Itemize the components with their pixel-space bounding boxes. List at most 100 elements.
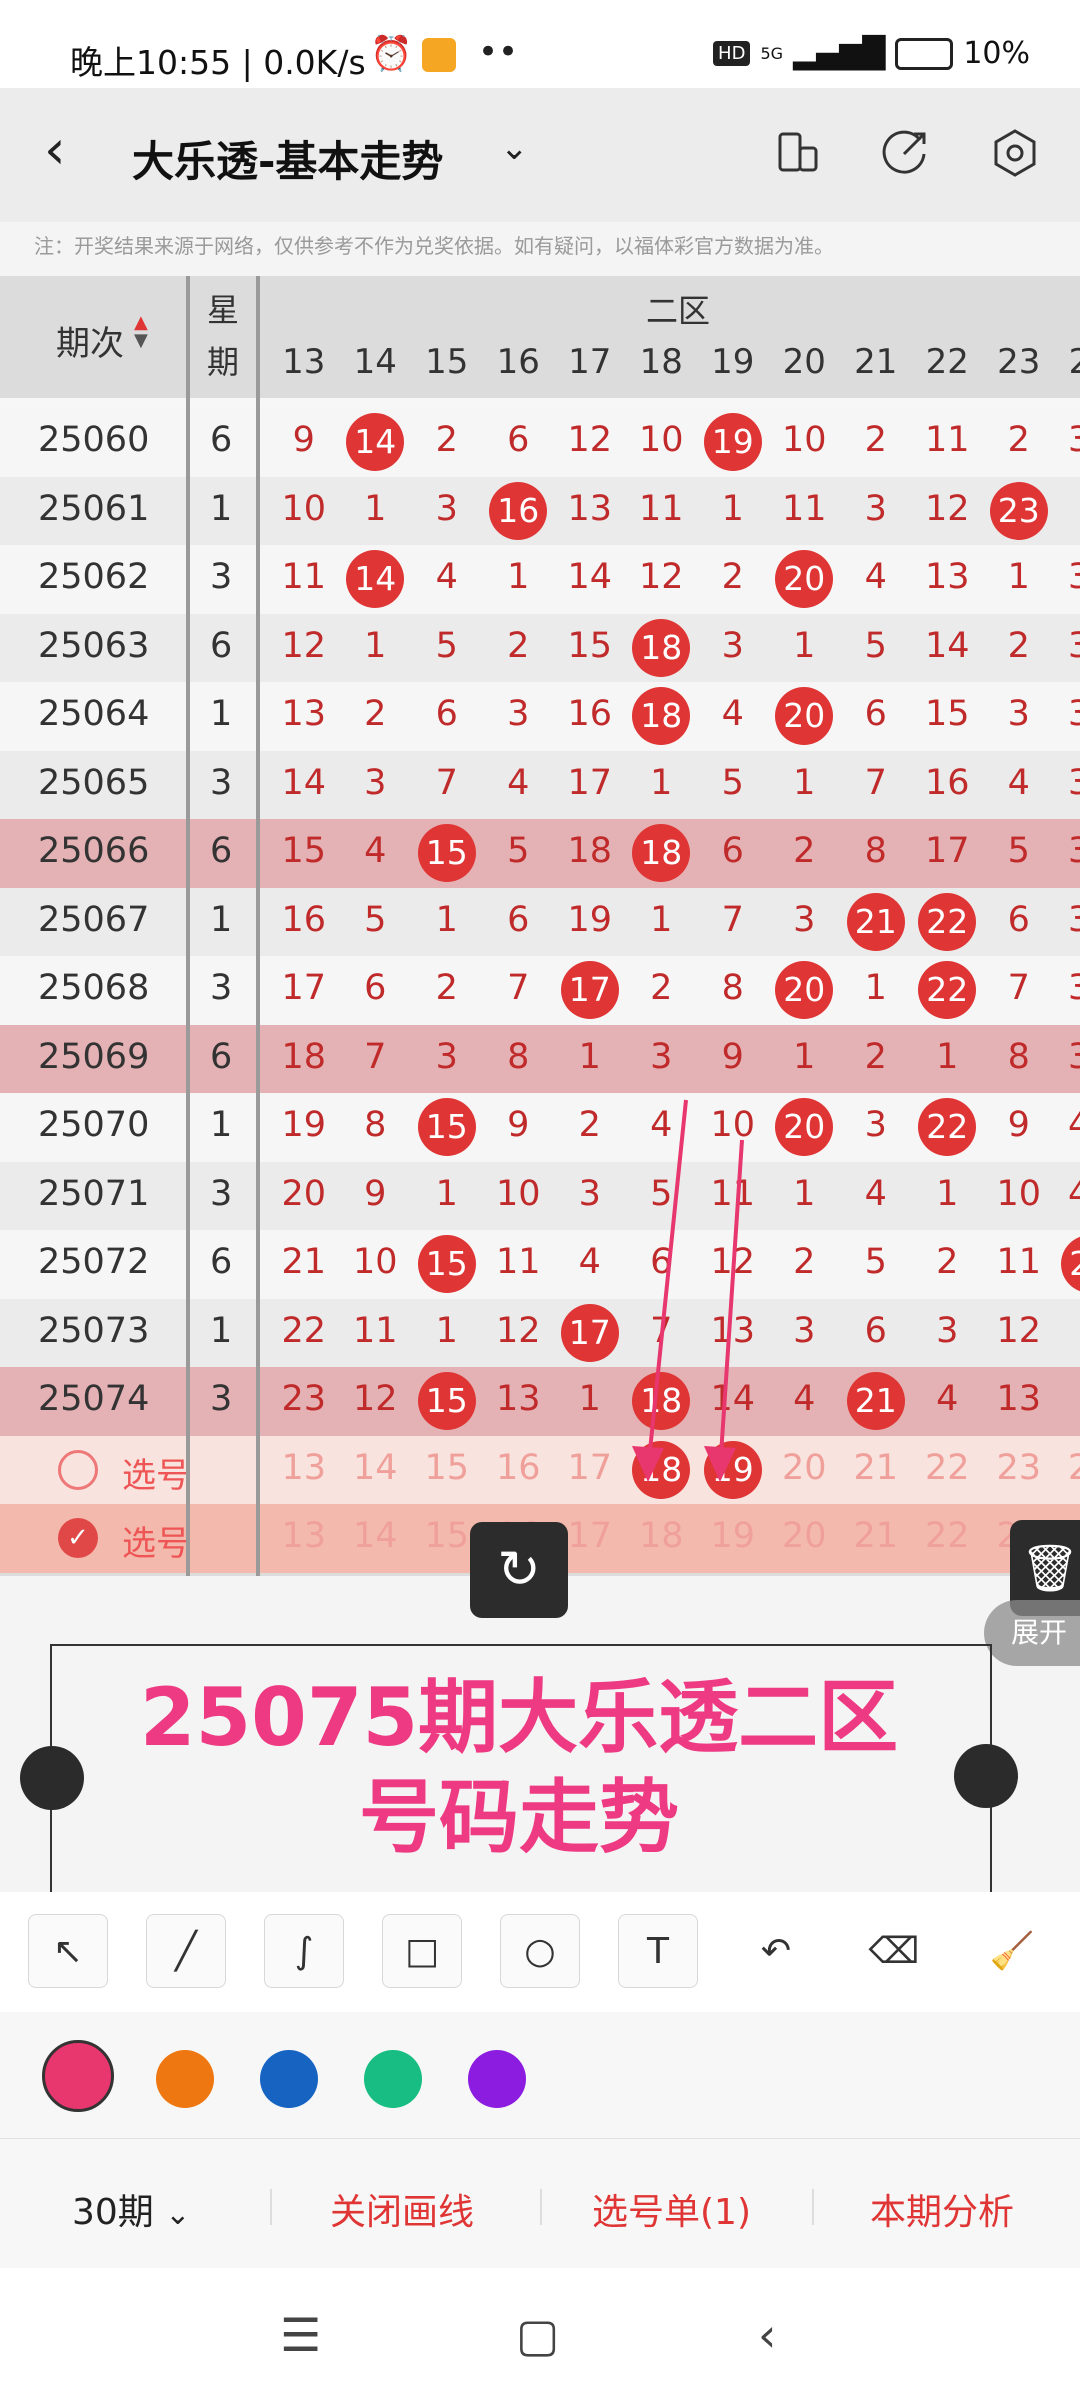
periods-select[interactable]: 30期 ⌄ (72, 2183, 190, 2235)
line-tool[interactable]: ╱ (146, 1914, 226, 1988)
arrow-tool[interactable]: ↖ (28, 1914, 108, 1988)
clear-tool[interactable]: 🧹 (972, 1914, 1052, 1988)
table-row[interactable]: 2506111013161311111312233 (0, 476, 1080, 545)
omission-cell: 3 (364, 762, 387, 803)
pick-number[interactable]: 15 (411, 1448, 483, 1488)
pick-number[interactable]: 18 (626, 1516, 698, 1556)
table-row[interactable]: 25066 6 15 4 15 5 18 18 6 2 8 17 5 36 (0, 819, 1080, 888)
pick-number[interactable]: 20 (769, 1516, 841, 1556)
resize-handle-left[interactable] (20, 1746, 84, 1810)
line-icon: ╱ (175, 1930, 197, 1972)
resize-handle-right[interactable] (954, 1744, 1018, 1808)
pick-number[interactable]: 13 (268, 1516, 340, 1556)
winning-ball: 15 (417, 1235, 476, 1293)
color-pink[interactable] (42, 2040, 114, 2112)
omission-cell: 1 (936, 1173, 959, 1214)
row-period: 25066 (38, 831, 150, 871)
color-orange[interactable] (156, 2050, 214, 2108)
row-period: 25072 (38, 1242, 150, 1282)
pick-checkbox[interactable]: ✓ (58, 1518, 98, 1558)
text-annotation[interactable]: 25075期大乐透二区 号码走势 (50, 1668, 988, 1868)
table-row[interactable]: 25070 1 19 8 15 9 2 4 10 20 3 22 9 40 (0, 1093, 1080, 1162)
pick-number[interactable]: 23 (983, 1448, 1055, 1488)
freehand-tool[interactable]: ∫ (264, 1914, 344, 1988)
circle-tool[interactable]: ○ (500, 1914, 580, 1988)
menu-icon[interactable]: ☰ (280, 2308, 321, 2362)
chevron-down-icon[interactable]: ⌄ (500, 128, 529, 168)
selected-ball[interactable]: 18 (632, 1440, 691, 1499)
pick-number[interactable]: 13 (268, 1448, 340, 1488)
table-row[interactable]: 25069618738139121839 (0, 1024, 1080, 1093)
omission-cell: 9 (721, 1036, 744, 1077)
layout-icon[interactable] (774, 128, 822, 176)
omission-cell: 1 (578, 1379, 601, 1419)
table-row[interactable]: 2506531437417151716435 (0, 750, 1080, 819)
omission-cell: 40 (1067, 1105, 1080, 1145)
table-row[interactable]: 25072 6 21 10 15 11 4 6 12 2 5 2 11 24 (0, 1230, 1080, 1299)
color-green[interactable] (364, 2050, 422, 2108)
omission-cell: 7 (650, 1310, 673, 1351)
period-analysis-button[interactable]: 本期分析 (870, 2183, 1014, 2235)
omission-cell: 32 (1067, 557, 1080, 597)
undo-tool[interactable]: ↶ (736, 1914, 816, 1988)
omission-cell: 6 (864, 694, 887, 734)
table-row[interactable]: 25071320911035111411041 (0, 1161, 1080, 1230)
pick-number[interactable]: 19 (697, 1516, 769, 1556)
omission-cell: 1 (936, 1036, 959, 1077)
pick-number[interactable]: 24 (1055, 1448, 1080, 1488)
row-week: 3 (210, 557, 233, 597)
row-week: 6 (210, 625, 233, 666)
table-row[interactable]: 25063612152151831514233 (0, 613, 1080, 682)
share-icon[interactable] (880, 128, 930, 178)
pick-number[interactable]: 16 (483, 1448, 555, 1488)
refresh-button[interactable]: ↻ (470, 1522, 568, 1618)
omission-cell: 6 (364, 968, 387, 1008)
row-week: 3 (210, 968, 233, 1008)
color-purple[interactable] (468, 2050, 526, 2108)
settings-icon[interactable] (990, 128, 1040, 178)
row-period: 25062 (38, 557, 150, 597)
row-period: 25064 (38, 694, 150, 734)
color-blue[interactable] (260, 2050, 318, 2108)
back-arrow-icon[interactable]: ‹ (44, 118, 66, 181)
pick-number[interactable]: 14 (340, 1448, 412, 1488)
pick-number[interactable]: 17 (554, 1448, 626, 1488)
pick-number[interactable]: 20 (769, 1448, 841, 1488)
home-icon[interactable]: ▢ (516, 2308, 559, 2362)
omission-cell: 36 (1067, 831, 1080, 871)
text-tool[interactable]: T (618, 1914, 698, 1988)
eraser-tool[interactable]: ⌫ (854, 1914, 934, 1988)
selected-ball[interactable]: 19 (703, 1440, 762, 1499)
pick-number[interactable]: 22 (912, 1516, 984, 1556)
arrow-up-left-icon: ↖ (52, 1930, 84, 1972)
table-row[interactable]: 25060 6 9 14 2 6 12 10 19 10 2 11 2 30 (0, 408, 1080, 477)
omission-cell: 2 (721, 557, 744, 597)
page-title[interactable]: 大乐透-基本走势 (132, 128, 443, 189)
col-header: 24 (1068, 342, 1080, 382)
row-week: 1 (210, 488, 233, 529)
pick-number[interactable]: 21 (840, 1448, 912, 1488)
col-header: 15 (425, 342, 469, 382)
table-row[interactable]: 25067116516191732122637 (0, 887, 1080, 956)
omission-cell: 18 (281, 1036, 327, 1077)
pick-number[interactable]: 21 (840, 1516, 912, 1556)
back-icon[interactable]: ‹ (758, 2308, 776, 2362)
table-row[interactable]: 250731221111217713363121 (0, 1298, 1080, 1367)
table-row[interactable]: 25064 1 13 2 6 3 16 18 4 20 6 15 3 34 (0, 682, 1080, 751)
pick-number[interactable]: 22 (912, 1448, 984, 1488)
omission-cell: 10 (638, 420, 684, 460)
close-drawing-button[interactable]: 关闭画线 (330, 2183, 474, 2235)
expand-button[interactable]: 展开 (984, 1600, 1080, 1666)
table-row[interactable]: 25074 3 23 12 15 13 1 18 14 4 21 4 13 2 (0, 1367, 1080, 1436)
rectangle-tool[interactable]: □ (382, 1914, 462, 1988)
pick-checkbox[interactable] (58, 1449, 98, 1490)
pick-row[interactable]: 选号 131415161718192021222324 (0, 1435, 1080, 1504)
pick-list-button[interactable]: 选号单(1) (592, 2183, 751, 2235)
row-period: 25074 (38, 1379, 150, 1419)
pick-label: 选号 (122, 1455, 190, 1496)
omission-cell: 9 (507, 1105, 530, 1145)
table-row[interactable]: 25062 3 11 14 4 1 14 12 2 20 4 13 1 32 (0, 545, 1080, 614)
pick-number[interactable]: 14 (340, 1516, 412, 1556)
winning-ball: 20 (775, 961, 834, 1019)
table-row[interactable]: 25068 3 17 6 2 7 17 2 8 20 1 22 7 38 (0, 956, 1080, 1025)
